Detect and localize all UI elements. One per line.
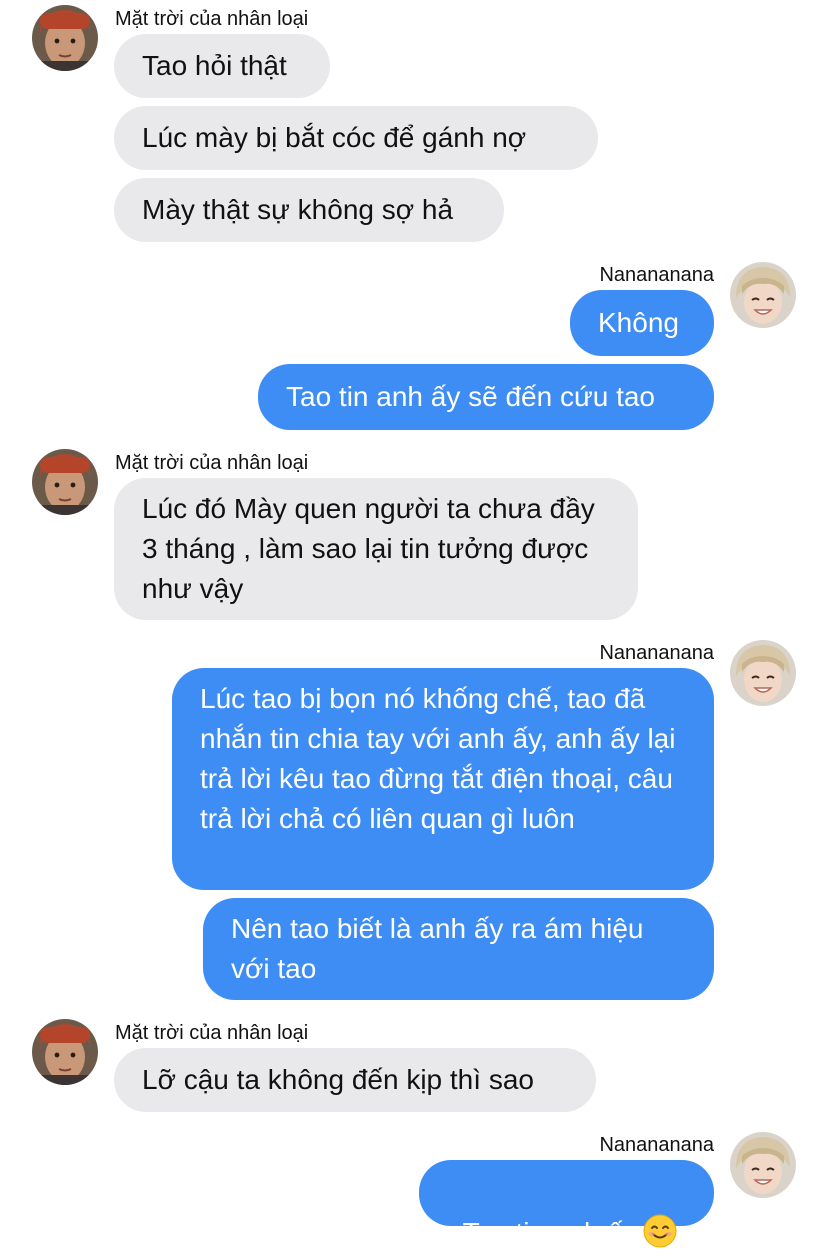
contact-avatar[interactable] [32, 1019, 98, 1085]
contact-avatar[interactable] [32, 5, 98, 71]
message-bubble-incoming[interactable]: Tao hỏi thật [114, 34, 330, 98]
sender-name-me: Nanananana [599, 642, 714, 664]
my-avatar[interactable] [730, 1132, 796, 1198]
message-bubble-outgoing[interactable]: Nên tao biết là anh ấy ra ám hiệu với ta… [203, 898, 714, 1000]
contact-avatar-image [32, 5, 98, 71]
message-bubble-outgoing[interactable]: Lúc tao bị bọn nó khống chế, tao đã nhắn… [172, 668, 714, 890]
message-bubble-outgoing[interactable]: Tao tin anh ấy [419, 1160, 714, 1248]
message-text: Tao tin anh ấy [462, 1217, 637, 1248]
message-bubble-outgoing[interactable]: Tao tin anh ấy sẽ đến cứu tao [258, 364, 714, 430]
contact-avatar-image [32, 449, 98, 515]
my-avatar[interactable] [730, 262, 796, 328]
sender-name-other: Mặt trời của nhân loại [115, 8, 309, 30]
contact-avatar[interactable] [32, 449, 98, 515]
message-bubble-incoming[interactable]: Mày thật sự không sợ hả [114, 178, 504, 242]
my-avatar[interactable] [730, 640, 796, 706]
message-bubble-incoming[interactable]: Lúc đó Mày quen người ta chưa đầy 3 thán… [114, 478, 638, 620]
smiling-face-emoji-icon [643, 1214, 677, 1248]
my-avatar-image [730, 262, 796, 328]
message-bubble-outgoing[interactable]: Không [570, 290, 714, 356]
my-avatar-image [730, 1132, 796, 1198]
contact-avatar-image [32, 1019, 98, 1085]
sender-name-me: Nanananana [599, 264, 714, 286]
message-bubble-incoming[interactable]: Lúc mày bị bắt cóc để gánh nợ [114, 106, 598, 170]
message-bubble-incoming[interactable]: Lỡ cậu ta không đến kịp thì sao [114, 1048, 596, 1112]
sender-name-me: Nanananana [599, 1134, 714, 1156]
sender-name-other: Mặt trời của nhân loại [115, 1022, 309, 1044]
sender-name-other: Mặt trời của nhân loại [115, 452, 309, 474]
my-avatar-image [730, 640, 796, 706]
